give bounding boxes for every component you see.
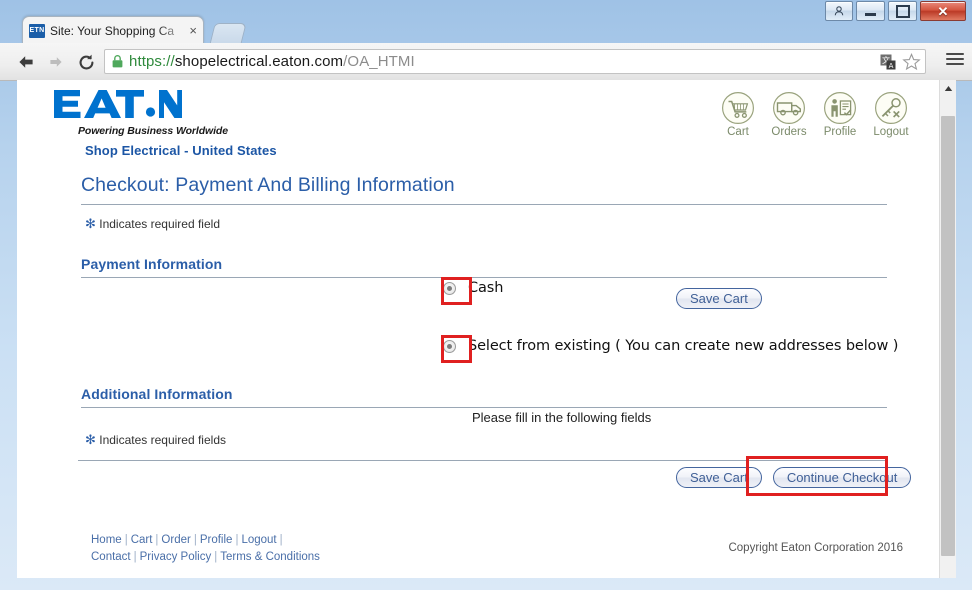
back-button[interactable] bbox=[14, 50, 38, 74]
footer-link-privacy-policy[interactable]: Privacy Policy bbox=[140, 551, 212, 563]
eaton-tagline: Powering Business Worldwide bbox=[78, 125, 228, 137]
back-arrow-icon bbox=[19, 56, 33, 68]
action-buttons: Save Cart Continue Checkout bbox=[676, 467, 912, 488]
required-field-text-top: Indicates required field bbox=[99, 217, 220, 231]
footer-link-home[interactable]: Home bbox=[91, 534, 122, 546]
footer-link-order[interactable]: Order bbox=[161, 534, 190, 546]
key-icon bbox=[875, 92, 907, 124]
url-scheme: https:// bbox=[129, 53, 175, 70]
new-tab-button[interactable] bbox=[209, 23, 247, 45]
nav-item-cart[interactable]: Cart bbox=[717, 91, 759, 138]
nav-label-profile: Profile bbox=[823, 126, 857, 138]
payment-information-heading: Payment Information bbox=[81, 256, 223, 272]
page-title: Checkout: Payment And Billing Informatio… bbox=[81, 174, 455, 196]
footer-link-profile[interactable]: Profile bbox=[200, 534, 233, 546]
forward-button[interactable] bbox=[44, 50, 68, 74]
browser-window: ✕ ETN Site: Your Shopping Ca × https://s… bbox=[0, 0, 972, 590]
chevron-up-icon bbox=[944, 86, 952, 91]
footer-link-cart[interactable]: Cart bbox=[131, 534, 153, 546]
save-cart-button[interactable]: Save Cart bbox=[676, 467, 762, 488]
shopping-cart-icon bbox=[722, 92, 754, 124]
vertical-scrollbar[interactable] bbox=[939, 80, 956, 578]
tab-favicon: ETN bbox=[29, 23, 45, 38]
footer-link-logout[interactable]: Logout bbox=[241, 534, 276, 546]
fill-fields-instruction: Please fill in the following fields bbox=[472, 410, 652, 425]
eaton-logo: Powering Business Worldwide bbox=[54, 88, 228, 137]
nav-item-profile[interactable]: Profile bbox=[819, 91, 861, 138]
footer-row-1: Home | Cart | Order | Profile | Logout | bbox=[91, 534, 283, 546]
eaton-logo-icon bbox=[54, 90, 182, 118]
required-field-note-top: ✻ Indicates required field bbox=[85, 216, 220, 232]
nav-label-cart: Cart bbox=[727, 126, 749, 138]
browser-toolbar: https://shopelectrical.eaton.com/OA_HTMI… bbox=[0, 43, 972, 81]
browser-menu-button[interactable] bbox=[946, 53, 964, 65]
web-page: Powering Business Worldwide Shop Electri… bbox=[17, 80, 940, 578]
radio-label-select-existing: Select from existing ( You can create ne… bbox=[468, 338, 899, 354]
hamburger-menu-icon bbox=[946, 53, 964, 55]
scrollbar-thumb[interactable] bbox=[941, 116, 955, 556]
url-path: /OA_HTMI bbox=[343, 53, 415, 70]
actions-divider bbox=[78, 460, 888, 461]
tab-close-icon[interactable]: × bbox=[189, 24, 197, 37]
asterisk-bottom: ✻ bbox=[85, 432, 96, 447]
required-field-text-bottom: Indicates required fields bbox=[99, 433, 226, 447]
forward-arrow-icon bbox=[50, 57, 62, 67]
nav-label-orders: Orders bbox=[771, 126, 807, 138]
truck-icon bbox=[773, 92, 805, 124]
nav-label-logout: Logout bbox=[873, 126, 909, 138]
title-divider bbox=[81, 204, 887, 205]
scroll-up-button[interactable] bbox=[940, 80, 956, 97]
translate-icon[interactable]: 文 A bbox=[880, 54, 897, 71]
footer-row-2: Contact | Privacy Policy | Terms & Condition… bbox=[91, 551, 320, 563]
radio-label-cash: Cash bbox=[468, 280, 504, 296]
continue-checkout-button[interactable]: Continue Checkout bbox=[772, 467, 912, 488]
reload-button[interactable] bbox=[74, 50, 98, 74]
tab-title: Site: Your Shopping Ca bbox=[50, 23, 175, 38]
person-form-icon bbox=[824, 92, 856, 124]
additional-information-heading: Additional Information bbox=[81, 386, 233, 402]
reload-icon bbox=[79, 54, 93, 69]
radio-select-existing[interactable] bbox=[443, 339, 456, 353]
save-cart-top-button[interactable]: Save Cart bbox=[676, 288, 762, 309]
footer-links: Home | Cart | Order | Profile | Logout | Contact |… bbox=[91, 532, 320, 566]
page-viewport: Powering Business Worldwide Shop Electri… bbox=[17, 80, 956, 578]
url-text: https://shopelectrical.eaton.com/OA_HTMI bbox=[129, 53, 415, 70]
save-cart-top-wrap: Save Cart bbox=[676, 288, 762, 309]
additional-divider bbox=[81, 407, 887, 408]
address-bar[interactable]: https://shopelectrical.eaton.com/OA_HTMI… bbox=[104, 49, 926, 74]
payment-option-select-existing[interactable]: Select from existing ( You can create ne… bbox=[443, 338, 898, 354]
svg-text:A: A bbox=[889, 62, 894, 70]
asterisk-top: ✻ bbox=[85, 216, 96, 231]
site-nav-icons: Cart Orders Profile Logout bbox=[717, 91, 912, 138]
footer-link-contact[interactable]: Contact bbox=[91, 551, 131, 563]
browser-tab[interactable]: ETN Site: Your Shopping Ca × bbox=[22, 16, 204, 44]
footer-link-terms[interactable]: Terms & Conditions bbox=[220, 551, 320, 563]
url-host: shopelectrical.eaton.com bbox=[174, 53, 344, 70]
nav-item-logout[interactable]: Logout bbox=[870, 91, 912, 138]
star-icon[interactable] bbox=[902, 53, 921, 71]
radio-cash[interactable] bbox=[443, 281, 456, 295]
address-bar-actions: 文 A bbox=[880, 53, 921, 71]
copyright-text: Copyright Eaton Corporation 2016 bbox=[728, 542, 903, 554]
required-field-note-bottom: ✻ Indicates required fields bbox=[85, 432, 226, 448]
payment-divider bbox=[81, 277, 887, 278]
tab-strip: ETN Site: Your Shopping Ca × bbox=[0, 14, 972, 45]
lock-icon bbox=[112, 55, 123, 68]
site-name: Shop Electrical - United States bbox=[85, 143, 277, 158]
nav-item-orders[interactable]: Orders bbox=[768, 91, 810, 138]
payment-option-cash[interactable]: Cash bbox=[443, 280, 503, 296]
